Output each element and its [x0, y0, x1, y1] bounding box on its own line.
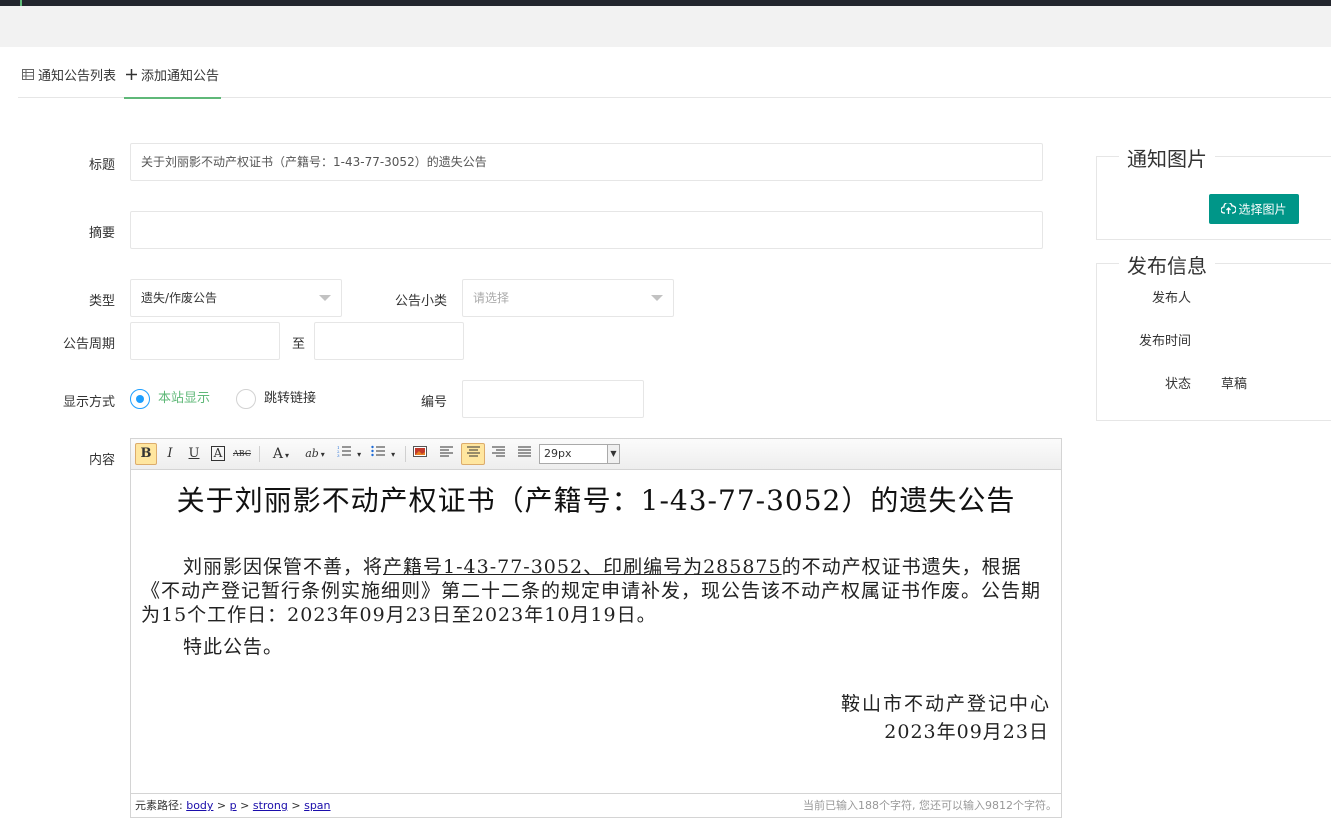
period-label: 公告周期: [62, 337, 115, 352]
rich-text-editor: B I U A ABC A ab 123 29px ▼: [130, 438, 1062, 818]
unordered-list-button[interactable]: [367, 443, 399, 465]
summary-input[interactable]: [130, 211, 1043, 249]
font-size-select[interactable]: 29px ▼: [539, 444, 620, 464]
display-label: 显示方式: [62, 395, 115, 410]
choose-image-button[interactable]: 选择图片: [1209, 194, 1299, 224]
type-label: 类型: [88, 294, 115, 309]
chevron-down-icon: [319, 295, 331, 301]
radio-redirect-link[interactable]: 跳转链接: [236, 388, 316, 410]
publish-time-label: 发布时间: [1138, 334, 1191, 349]
paragraph-text-start: 刘丽影因保管不善，将: [183, 556, 384, 578]
status-label: 状态: [1164, 377, 1191, 392]
signature-organization: 鞍山市不动产登记中心: [840, 693, 1051, 715]
align-left-icon: [439, 446, 453, 461]
radio-circle: [236, 389, 256, 409]
path-link-body[interactable]: body: [186, 799, 213, 812]
italic-button[interactable]: I: [159, 443, 181, 465]
document-title: 关于刘丽影不动产权证书（产籍号：1-43-77-3052）的遗失公告: [176, 484, 1016, 517]
insert-image-button[interactable]: [409, 443, 431, 465]
type-select-value: 遗失/作废公告: [141, 291, 218, 305]
svg-text:3: 3: [337, 453, 340, 457]
ordered-list-button[interactable]: 123: [333, 443, 365, 465]
image-panel: 通知图片 选择图片: [1096, 143, 1331, 240]
path-link-span[interactable]: span: [304, 799, 330, 812]
summary-label: 摘要: [88, 226, 115, 241]
image-panel-title: 通知图片: [1119, 143, 1215, 172]
closing-line: 特此公告。: [183, 636, 284, 658]
editor-statusbar: 元素路径: body > p > strong > span 当前已输入188个…: [131, 793, 1061, 817]
title-label: 标题: [88, 158, 115, 173]
radio-local-display[interactable]: 本站显示: [130, 388, 210, 410]
unordered-list-icon: [371, 445, 385, 461]
character-count: 当前已输入188个字符, 您还可以输入9812个字符。: [803, 799, 1057, 812]
tab-add-notice[interactable]: 添加通知公告: [124, 62, 222, 99]
align-justify-button[interactable]: [513, 443, 535, 465]
align-center-button[interactable]: [461, 443, 485, 465]
tab-bar: 通知公告列表 添加通知公告: [18, 62, 1331, 99]
plus-icon: [126, 62, 137, 92]
editor-toolbar: B I U A ABC A ab 123 29px ▼: [131, 439, 1061, 470]
content-label: 内容: [88, 453, 115, 468]
subtype-select-placeholder: 请选择: [473, 291, 510, 305]
path-link-p[interactable]: p: [230, 799, 237, 812]
number-input[interactable]: [462, 380, 644, 418]
align-right-icon: [491, 446, 505, 461]
strikethrough-button[interactable]: ABC: [231, 443, 253, 465]
align-center-icon: [466, 446, 480, 461]
radio-circle-checked: [130, 389, 150, 409]
radio-local-display-label: 本站显示: [158, 391, 211, 406]
period-end-input[interactable]: [314, 322, 464, 360]
font-color-icon: A: [272, 446, 284, 462]
editor-content-area[interactable]: 关于刘丽影不动产权证书（产籍号：1-43-77-3052）的遗失公告 刘丽影因保…: [131, 471, 1061, 793]
underline-button[interactable]: U: [183, 443, 205, 465]
path-link-strong[interactable]: strong: [253, 799, 288, 812]
tab-add-notice-label: 添加通知公告: [141, 69, 220, 84]
publish-info-panel: 发布信息 发布人 发布时间 状态 草稿: [1096, 250, 1331, 421]
font-size-value: 29px: [544, 447, 572, 460]
tab-notice-list-label: 通知公告列表: [38, 69, 117, 84]
type-select[interactable]: 遗失/作废公告: [130, 279, 342, 317]
font-color-button[interactable]: A: [265, 443, 297, 465]
radio-redirect-link-label: 跳转链接: [264, 391, 317, 406]
period-to-label: 至: [291, 337, 305, 352]
chevron-down-icon: [651, 295, 663, 301]
toolbar-separator: [405, 446, 406, 462]
element-path: 元素路径: body > p > strong > span: [135, 799, 331, 812]
period-start-input[interactable]: [130, 322, 280, 360]
publisher-label: 发布人: [1151, 291, 1191, 306]
subtype-select[interactable]: 请选择: [462, 279, 674, 317]
status-value: 草稿: [1221, 377, 1248, 392]
subtype-label: 公告小类: [394, 294, 447, 309]
choose-image-label: 选择图片: [1238, 202, 1287, 217]
number-label: 编号: [420, 395, 447, 410]
font-border-button[interactable]: A: [207, 443, 229, 465]
tab-notice-list[interactable]: 通知公告列表: [22, 62, 116, 98]
publish-info-title: 发布信息: [1119, 250, 1215, 279]
align-justify-icon: [517, 446, 531, 461]
ordered-list-icon: 123: [337, 445, 351, 461]
font-border-icon: A: [210, 446, 226, 461]
title-input[interactable]: 关于刘丽影不动产权证书（产籍号：1-43-77-3052）的遗失公告: [130, 143, 1043, 181]
image-icon: [413, 446, 427, 461]
paragraph-underlined-text: 产籍号1-43-77-3052、印刷编号为285875: [383, 556, 782, 578]
align-left-button[interactable]: [435, 443, 457, 465]
highlight-icon: ab: [305, 447, 319, 460]
align-right-button[interactable]: [487, 443, 509, 465]
chevron-down-icon: ▼: [607, 445, 619, 463]
document-paragraph: 刘丽影因保管不善，将产籍号1-43-77-3052、印刷编号为285875的不动…: [141, 555, 1046, 627]
cloud-upload-icon: [1220, 195, 1238, 225]
table-icon: [22, 62, 34, 92]
signature-date: 2023年09月23日: [884, 721, 1049, 743]
highlight-button[interactable]: ab: [299, 443, 331, 465]
header-strip: [0, 6, 1331, 47]
bold-button[interactable]: B: [135, 443, 157, 465]
element-path-label: 元素路径:: [135, 799, 183, 812]
toolbar-separator: [259, 446, 260, 462]
